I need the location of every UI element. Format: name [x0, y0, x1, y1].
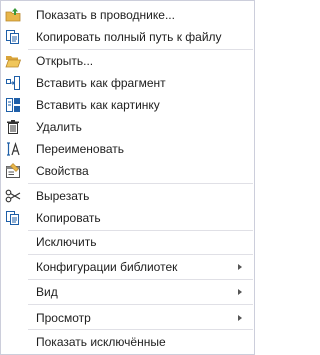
trash-icon [5, 119, 21, 135]
menu-item-rename[interactable]: Переименовать [1, 138, 254, 160]
submenu-arrow-icon [238, 315, 242, 321]
folder-up-icon [5, 7, 21, 23]
menu-item-open[interactable]: Открыть... [1, 50, 254, 72]
menu-item-label: Вставить как картинку [36, 98, 160, 112]
menu-item-label: Конфигурации библиотек [36, 260, 178, 274]
menu-separator [28, 329, 253, 330]
menu-item-library-configurations[interactable]: Конфигурации библиотек [1, 256, 254, 278]
rename-icon [5, 141, 21, 157]
menu-item-exclude[interactable]: Исключить [1, 231, 254, 253]
menu-item-label: Вставить как фрагмент [36, 76, 166, 90]
menu-item-label: Вырезать [36, 189, 90, 203]
insert-picture-icon [5, 97, 21, 113]
open-folder-icon [5, 53, 22, 69]
menu-separator [28, 183, 253, 184]
menu-separator [28, 304, 253, 305]
context-menu: Показать в проводнике... Копировать полн… [0, 0, 255, 355]
menu-item-label: Показать исключённые [36, 335, 166, 349]
menu-item-insert-as-fragment[interactable]: Вставить как фрагмент [1, 72, 254, 94]
menu-item-label: Переименовать [36, 142, 124, 156]
insert-fragment-icon [5, 75, 21, 91]
copy-icon [5, 210, 21, 226]
menu-item-label: Открыть... [36, 54, 94, 68]
menu-item-copy-full-path[interactable]: Копировать полный путь к файлу [1, 26, 254, 48]
menu-item-label: Вид [36, 285, 58, 299]
menu-item-label: Свойства [36, 164, 89, 178]
properties-icon [5, 163, 21, 179]
menu-item-show-excluded[interactable]: Показать исключённые [1, 331, 254, 353]
menu-item-label: Просмотр [36, 311, 91, 325]
copy-path-icon [5, 29, 21, 45]
menu-item-label: Показать в проводнике... [36, 8, 175, 22]
menu-item-label: Исключить [36, 235, 97, 249]
menu-item-delete[interactable]: Удалить [1, 116, 254, 138]
menu-item-show-in-explorer[interactable]: Показать в проводнике... [1, 4, 254, 26]
menu-item-view[interactable]: Вид [1, 281, 254, 303]
submenu-arrow-icon [238, 289, 242, 295]
scissors-icon [5, 188, 21, 204]
menu-item-preview[interactable]: Просмотр [1, 307, 254, 329]
submenu-arrow-icon [238, 264, 242, 270]
menu-separator [28, 279, 253, 280]
menu-item-label: Копировать полный путь к файлу [36, 30, 222, 44]
menu-item-label: Удалить [36, 120, 82, 134]
menu-separator [28, 254, 253, 255]
menu-item-label: Копировать [36, 211, 101, 225]
menu-item-insert-as-picture[interactable]: Вставить как картинку [1, 94, 254, 116]
menu-item-properties[interactable]: Свойства [1, 160, 254, 182]
menu-item-cut[interactable]: Вырезать [1, 185, 254, 207]
menu-item-copy[interactable]: Копировать [1, 207, 254, 229]
